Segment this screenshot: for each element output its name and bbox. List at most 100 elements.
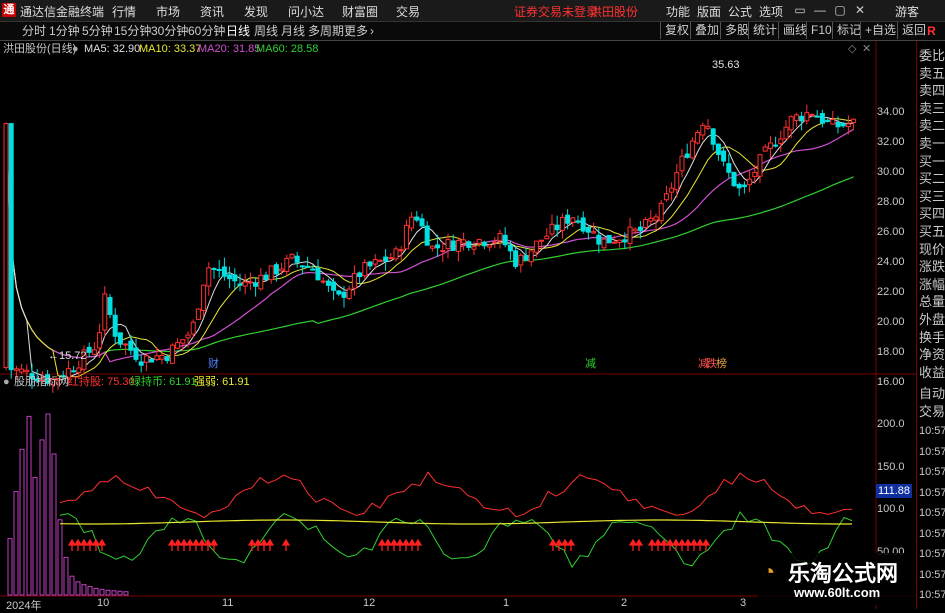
tick-time: 10:57 <box>919 527 945 540</box>
period-30min[interactable]: 30分钟 <box>151 23 188 39</box>
auto-trade-label-1[interactable]: 自动 <box>919 385 945 403</box>
candle-body <box>3 123 9 369</box>
period-toolbar: 分时 1分钟 5分钟 15分钟 30分钟 60分钟 日线 周线 月线 多周期 更… <box>0 22 945 41</box>
menu-quotes[interactable]: 行情 <box>112 3 136 20</box>
quote-field-label: 买四 <box>919 206 945 222</box>
add-watchlist-button[interactable]: +自选 <box>860 22 900 39</box>
menu-formula[interactable]: 公式 <box>728 3 752 20</box>
candle-body <box>320 280 326 283</box>
overlay-button[interactable]: 叠加 <box>690 22 723 39</box>
tick-time: 10:57 <box>919 548 945 560</box>
quote-side-panel: R 委比 卖五 卖四 卖三 卖二 卖一 买一 买二 买三 买四 买五 现价 涨跌 涨幅 总量 外盘 换手 净资 收益… <box>916 24 945 609</box>
auto-trade-label-2[interactable]: 交易 <box>919 403 945 421</box>
period-15min[interactable]: 15分钟 <box>114 23 151 39</box>
menu-discover[interactable]: 发现 <box>244 3 268 20</box>
indicator-strength-line <box>59 519 852 525</box>
menu-trade[interactable]: 交易 <box>396 3 420 20</box>
close-icon[interactable]: ✕ <box>850 2 870 18</box>
ma20-line <box>5 123 854 363</box>
price-tick: 30.00 <box>877 166 905 178</box>
volume-bar <box>75 581 81 596</box>
period-60min[interactable]: 60分钟 <box>188 23 225 39</box>
menu-market[interactable]: 市场 <box>156 3 180 20</box>
minimize-icon[interactable]: — <box>810 2 830 18</box>
menu-assistant[interactable]: 问小达 <box>288 3 324 20</box>
event-marker-finance[interactable]: 财 <box>208 358 219 371</box>
candle-body <box>539 239 545 242</box>
candle-body <box>315 267 321 281</box>
app-title: 通达信金融终端 <box>20 5 105 19</box>
menu-news[interactable]: 资讯 <box>200 3 224 20</box>
price-tick: 32.00 <box>877 136 905 148</box>
tick-time: 10:57 <box>919 425 945 437</box>
price-tick: 28.00 <box>877 196 905 208</box>
candle-body <box>731 171 737 187</box>
event-marker-list[interactable]: 榜 <box>716 358 727 371</box>
candle-body <box>414 216 420 221</box>
volume-bar <box>81 584 87 596</box>
menu-layout[interactable]: 版面 <box>697 3 721 20</box>
candle-body <box>19 368 25 373</box>
period-1min[interactable]: 1分钟 <box>49 23 80 39</box>
adjust-button[interactable]: 复权 <box>660 22 693 39</box>
period-daily[interactable]: 日线 <box>226 23 250 39</box>
candle-body <box>8 123 14 371</box>
x-axis-label: 11 <box>222 597 234 609</box>
volume-bar <box>87 586 93 596</box>
current-stock-name: 洪田股份 <box>590 5 639 19</box>
login-notice[interactable]: 证券交易未登录 <box>514 3 598 20</box>
panel-r-icon[interactable]: R <box>917 22 945 40</box>
candle-body <box>715 143 721 155</box>
restore-icon[interactable]: ▭ <box>790 2 810 18</box>
indicator-settings-icon[interactable]: ● <box>3 376 10 389</box>
maximize-icon[interactable]: ▢ <box>830 2 850 18</box>
candle-body <box>341 291 347 298</box>
candle-body <box>611 241 617 244</box>
candle-body <box>71 370 77 373</box>
low-price-label: ←15.72 <box>48 350 87 362</box>
menu-options[interactable]: 选项 <box>759 3 783 20</box>
candle-body <box>461 239 467 244</box>
candle-body <box>544 235 550 240</box>
menu-functions[interactable]: 功能 <box>666 3 690 20</box>
candle-body <box>388 257 394 260</box>
x-axis-label: 2024年 <box>6 600 42 612</box>
event-marker-reduce[interactable]: 减 <box>585 358 596 371</box>
indicator-name[interactable]: 股朋指标网 <box>14 376 69 389</box>
candle-body <box>299 265 305 268</box>
period-more[interactable]: 更多 <box>344 23 368 39</box>
period-multi[interactable]: 多周期 <box>308 23 344 39</box>
ma10-line <box>5 118 854 378</box>
candle-body <box>279 268 285 272</box>
period-monthly[interactable]: 月线 <box>281 23 305 39</box>
candle-body <box>726 163 732 173</box>
volume-bar <box>63 556 69 596</box>
title-bar: 通 通达信金融终端 行情 市场 资讯 发现 问小达 财富圈 交易 证券交易未登录… <box>0 0 945 22</box>
candle-body <box>783 126 789 140</box>
period-intraday[interactable]: 分时 <box>22 23 46 39</box>
candle-body <box>232 274 238 282</box>
period-weekly[interactable]: 周线 <box>254 23 278 39</box>
menu-wealth-circle[interactable]: 财富圈 <box>342 3 378 20</box>
candle-body <box>617 239 623 243</box>
candle-body <box>383 256 389 262</box>
tick-time: 10:57 <box>919 589 945 601</box>
volume-bar <box>39 439 45 596</box>
statistics-button[interactable]: 统计 <box>748 22 781 39</box>
candle-body <box>143 355 149 363</box>
candle-body <box>840 123 846 127</box>
candle-body <box>206 267 212 287</box>
candle-body <box>476 239 482 244</box>
candle-body <box>689 140 695 159</box>
candle-body <box>185 334 191 339</box>
buy-signal-arrow <box>97 538 107 551</box>
candle-body <box>747 178 753 186</box>
period-5min[interactable]: 5分钟 <box>82 23 113 39</box>
volume-bar <box>45 413 51 596</box>
more-dropdown-icon[interactable]: › <box>370 23 374 39</box>
candle-body <box>778 138 784 145</box>
candle-body <box>601 238 607 249</box>
kline-chart[interactable] <box>0 41 916 609</box>
user-guest[interactable]: 游客 <box>895 3 919 20</box>
quote-field-label: 换手 <box>919 329 945 345</box>
